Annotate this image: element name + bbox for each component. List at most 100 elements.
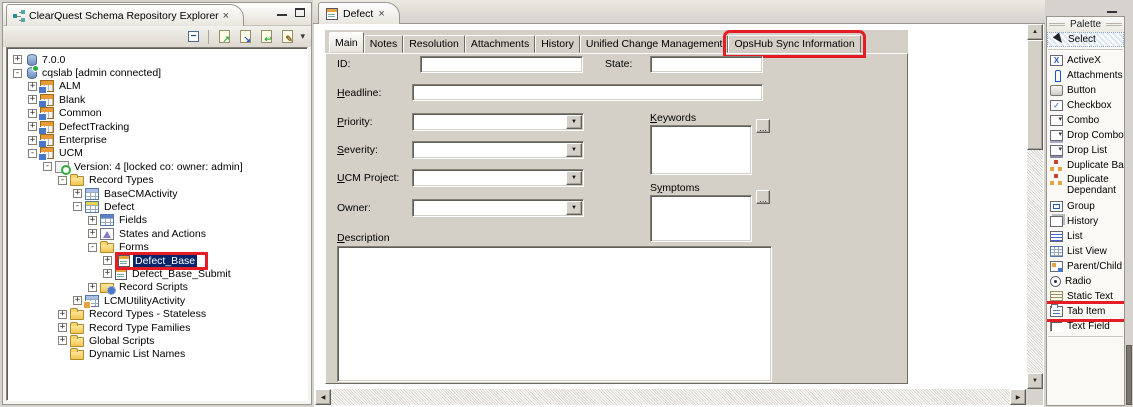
scroll-left-button[interactable]: ◀ (315, 389, 331, 405)
tree-item-record-scripts[interactable]: +Record Scripts (7, 281, 307, 294)
tree-item-states-and-actions[interactable]: +States and Actions (7, 227, 307, 240)
form-tab-notes[interactable]: Notes (364, 35, 403, 53)
editor-tab-defect[interactable]: Defect × (318, 2, 400, 24)
keywords-field[interactable] (650, 125, 752, 175)
edit-schema-icon[interactable]: ✎ (279, 29, 295, 44)
tree-item-defecttracking[interactable]: +DefectTracking (7, 120, 307, 133)
scroll-up-button[interactable]: ▲ (1027, 24, 1043, 40)
palette-item-attachments[interactable]: Attachments (1047, 68, 1124, 83)
tree-item-common[interactable]: +Common (7, 107, 307, 120)
palette-item-static-text[interactable]: Static Text (1047, 289, 1124, 304)
chevron-down-icon[interactable]: ▼ (566, 171, 582, 185)
symptoms-browse-button[interactable]: ... (756, 190, 770, 204)
keywords-browse-button[interactable]: ... (756, 119, 770, 133)
expand-icon[interactable]: + (28, 122, 37, 131)
tree-item-lcmutilityactivity[interactable]: +LCMUtilityActivity (7, 294, 307, 307)
palette-header[interactable]: Palette (1047, 17, 1124, 32)
collapse-icon[interactable]: - (13, 69, 22, 78)
collapse-icon[interactable]: - (58, 176, 67, 185)
chevron-down-icon[interactable]: ▼ (566, 143, 582, 157)
palette-item-radio[interactable]: Radio (1047, 274, 1124, 289)
expand-icon[interactable]: + (28, 82, 37, 91)
close-icon[interactable]: × (223, 11, 229, 21)
palette-item-checkbox[interactable]: Checkbox (1047, 98, 1124, 113)
tree-item-basecmactivity[interactable]: +BaseCMActivity (7, 187, 307, 200)
description-field[interactable] (337, 246, 772, 382)
tree-item-cqslab-admin-connected[interactable]: -cqslab [admin connected] (7, 66, 307, 79)
form-tab-main[interactable]: Main (329, 32, 364, 53)
expand-icon[interactable]: + (73, 296, 82, 305)
tree-item-fields[interactable]: +Fields (7, 214, 307, 227)
close-icon[interactable]: × (378, 9, 384, 19)
tree-item-enterprise[interactable]: +Enterprise (7, 133, 307, 146)
tree-item-7-0-0[interactable]: +7.0.0 (7, 53, 307, 66)
palette-item-activex[interactable]: ActiveX (1047, 53, 1124, 68)
tree-item-record-types-stateless[interactable]: +Record Types - Stateless (7, 307, 307, 320)
form-tab-resolution[interactable]: Resolution (403, 35, 465, 53)
palette-item-drop-combo[interactable]: Drop Combo (1047, 128, 1124, 143)
scroll-right-button[interactable]: ▶ (1010, 389, 1026, 405)
tree-item-defect[interactable]: -Defect (7, 200, 307, 213)
tree-item-global-scripts[interactable]: +Global Scripts (7, 334, 307, 347)
minimize-button[interactable] (277, 8, 287, 16)
palette-item-duplicate-base[interactable]: Duplicate Base (1047, 158, 1124, 173)
palette-item-button[interactable]: Button (1047, 83, 1124, 98)
form-tab-unified-change-management[interactable]: Unified Change Management (580, 35, 729, 53)
expand-icon[interactable]: + (73, 189, 82, 198)
expand-icon[interactable]: + (13, 55, 22, 64)
chevron-down-icon[interactable]: ▼ (566, 201, 582, 215)
tree-item-alm[interactable]: +ALM (7, 80, 307, 93)
maximize-button[interactable] (295, 8, 305, 17)
expand-icon[interactable]: + (103, 269, 112, 278)
tree-item-record-types[interactable]: -Record Types (7, 174, 307, 187)
expand-icon[interactable]: + (88, 216, 97, 225)
palette-item-combo[interactable]: Combo (1047, 113, 1124, 128)
palette-item-history[interactable]: History (1047, 214, 1124, 229)
edge-scroll-thumb[interactable] (1126, 345, 1132, 405)
collapse-icon[interactable]: - (43, 162, 52, 171)
form-tab-history[interactable]: History (535, 35, 580, 53)
expand-icon[interactable]: + (28, 109, 37, 118)
expand-icon[interactable]: + (58, 323, 67, 332)
undo-checkout-icon[interactable]: ↩ (258, 29, 274, 44)
palette-item-list-view[interactable]: List View (1047, 244, 1124, 259)
collapse-icon[interactable]: - (88, 243, 97, 252)
priority-combo[interactable]: ▼ (412, 113, 584, 131)
severity-combo[interactable]: ▼ (412, 141, 584, 159)
palette-item-text-field[interactable]: Text Field (1047, 319, 1124, 334)
tree-item-blank[interactable]: +Blank (7, 93, 307, 106)
expand-icon[interactable]: + (28, 95, 37, 104)
editor-horizontal-scrollbar[interactable]: ◀ ▶ (315, 389, 1026, 405)
form-design-canvas[interactable]: MainNotesResolutionAttachmentsHistoryUni… (325, 30, 908, 384)
palette-item-parent-child[interactable]: Parent/Child (1047, 259, 1124, 274)
vertical-scroll-thumb[interactable] (1027, 40, 1043, 150)
expand-icon[interactable]: + (88, 229, 97, 238)
editor-vertical-scrollbar[interactable]: ▲ ▼ (1027, 24, 1043, 389)
palette-item-duplicate-dependant[interactable]: Duplicate Dependant (1047, 173, 1124, 199)
palette-item-drop-list[interactable]: Drop List (1047, 143, 1124, 158)
collapse-all-icon[interactable]: − (185, 29, 201, 44)
chevron-down-icon[interactable]: ▼ (566, 115, 582, 129)
symptoms-field[interactable] (650, 195, 752, 242)
export-schema-icon[interactable]: ↗ (216, 29, 232, 44)
palette-minimize-button[interactable] (1107, 6, 1117, 13)
expand-icon[interactable]: + (58, 310, 67, 319)
expand-icon[interactable]: + (88, 283, 97, 292)
tree-item-dynamic-list-names[interactable]: Dynamic List Names (7, 348, 307, 361)
palette-item-select[interactable]: Select (1047, 32, 1124, 47)
tree-item-defect-base[interactable]: +Defect_Base (7, 254, 307, 267)
palette-item-tab-item[interactable]: Tab Item (1047, 304, 1124, 319)
palette-item-group[interactable]: Group (1047, 199, 1124, 214)
expand-icon[interactable]: + (103, 256, 112, 265)
form-tab-attachments[interactable]: Attachments (465, 35, 535, 53)
state-field[interactable] (650, 56, 763, 73)
view-menu-icon[interactable]: ▾ (300, 31, 305, 42)
import-schema-icon[interactable]: ↘ (237, 29, 253, 44)
tree-item-record-type-families[interactable]: +Record Type Families (7, 321, 307, 334)
palette-item-list[interactable]: List (1047, 229, 1124, 244)
tree-item-version-4-locked-co-owner-admin[interactable]: -Version: 4 [locked co: owner: admin] (7, 160, 307, 173)
tree-item-ucm[interactable]: -UCM (7, 147, 307, 160)
headline-field[interactable] (412, 84, 763, 101)
scroll-down-button[interactable]: ▼ (1027, 373, 1043, 389)
id-field[interactable] (420, 56, 583, 73)
